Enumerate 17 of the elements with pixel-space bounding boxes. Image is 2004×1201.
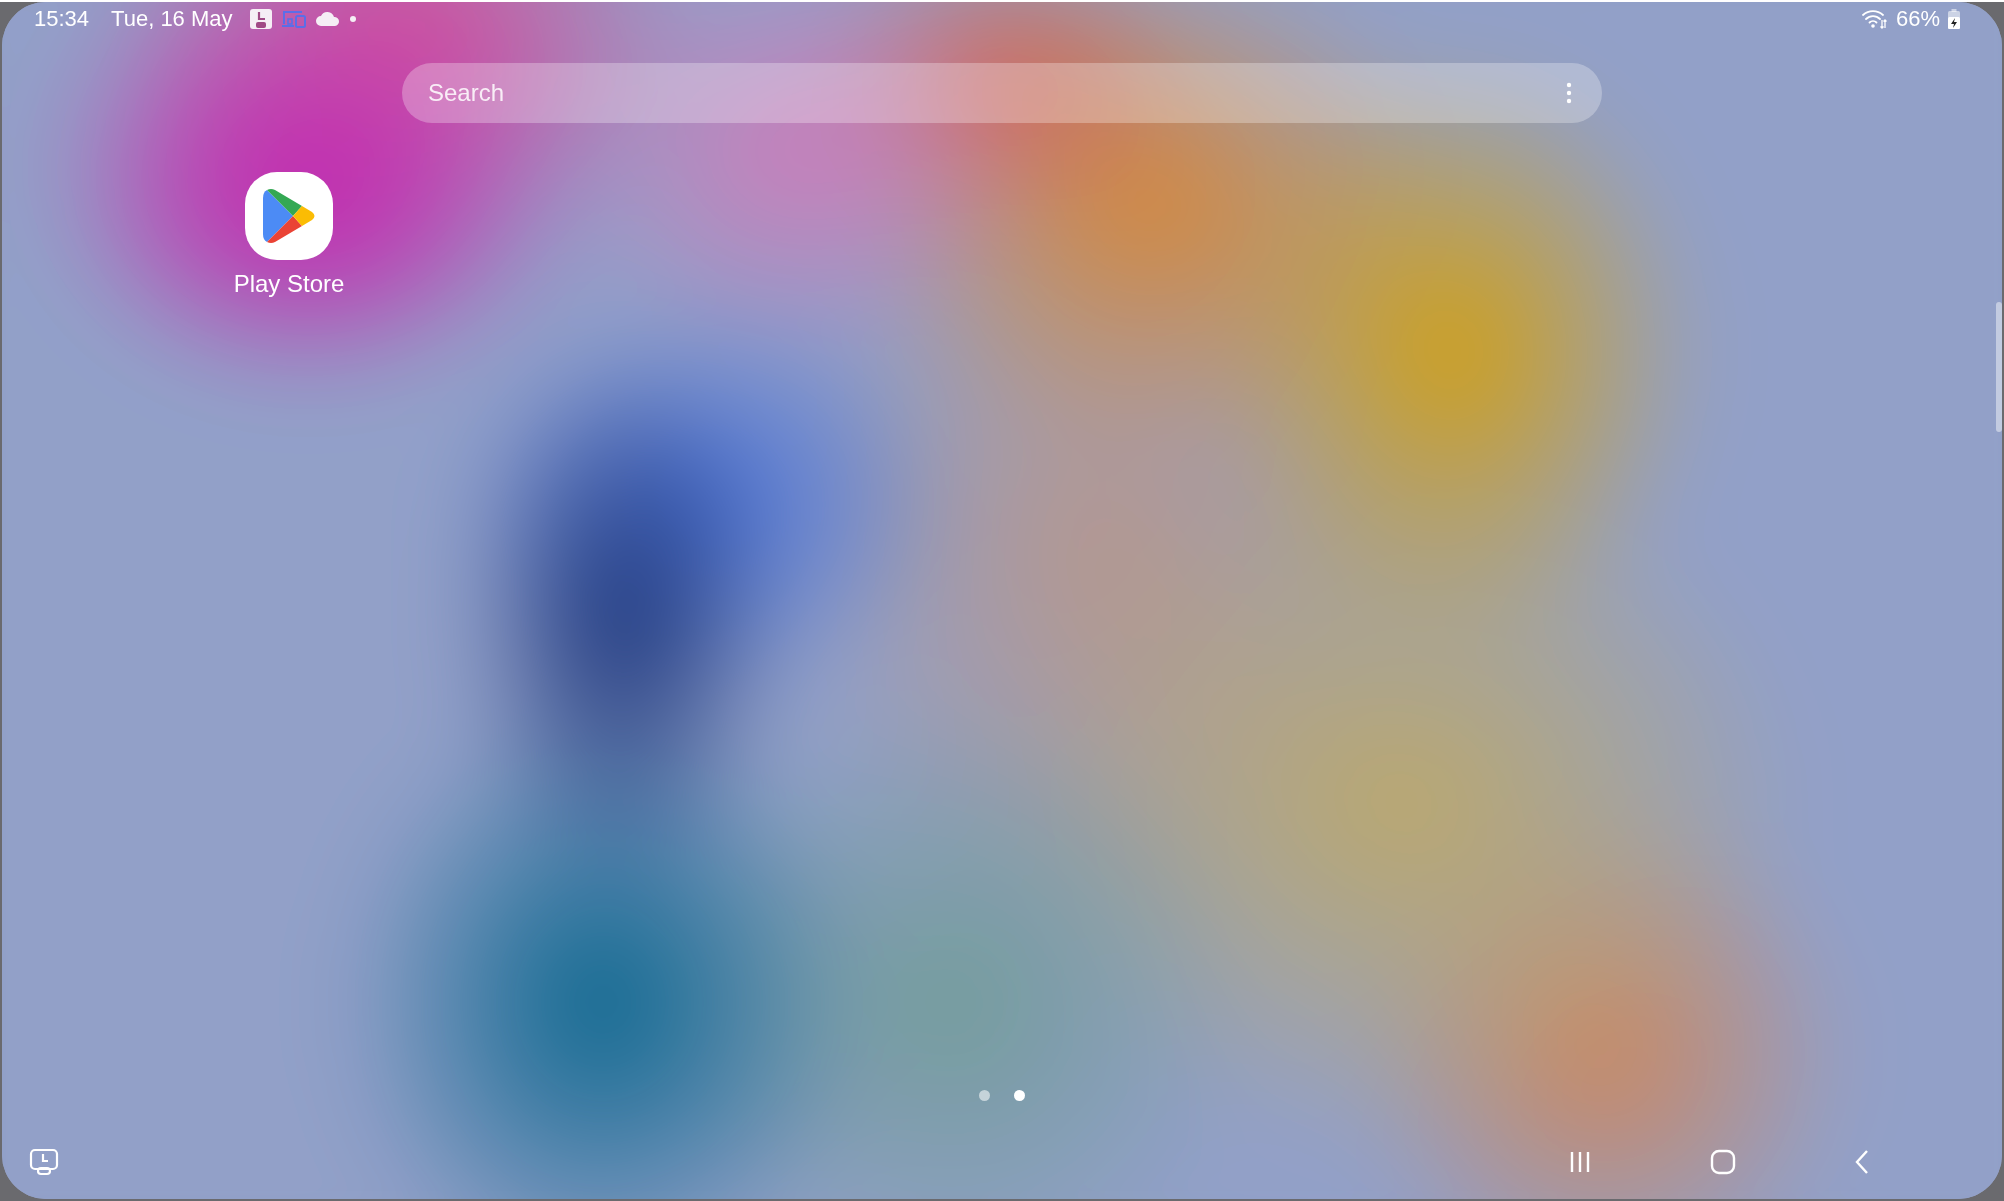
cloud-icon [314, 11, 341, 27]
battery-percentage: 66% [1895, 6, 1940, 32]
status-time: 15:34 [34, 6, 90, 32]
battery-icon [1948, 9, 1960, 29]
more-options-icon[interactable] [1566, 81, 1572, 105]
home-icon[interactable] [1710, 1149, 1736, 1175]
page-dot[interactable] [1014, 1090, 1025, 1101]
notification-icon [248, 8, 273, 30]
status-date: Tue, 16 May [111, 6, 233, 32]
wifi-icon [1861, 8, 1888, 30]
devices-icon [280, 9, 307, 29]
app-label[interactable]: Play Store [233, 270, 345, 298]
page-dot[interactable] [979, 1090, 990, 1101]
back-icon[interactable] [1854, 1149, 1870, 1175]
recent-apps-icon[interactable] [1568, 1150, 1592, 1174]
screen-clock-icon[interactable] [29, 1148, 59, 1176]
dot-icon [348, 15, 357, 23]
